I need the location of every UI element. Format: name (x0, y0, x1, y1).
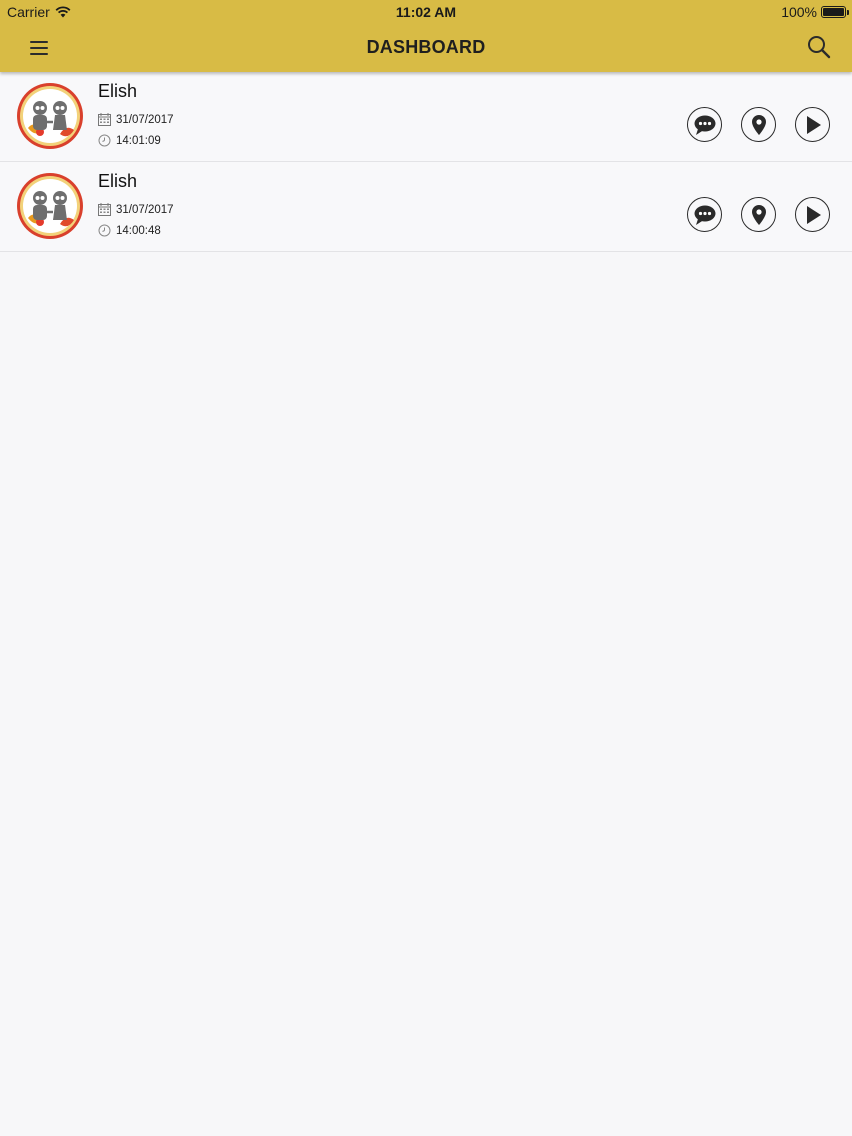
page-title: DASHBOARD (366, 37, 486, 57)
list-item[interactable]: Elish 31/07/2017 14:00:48 (0, 162, 852, 252)
calendar-icon (98, 113, 111, 126)
chat-bubble-icon (694, 205, 715, 225)
entry-date: 31/07/2017 (98, 113, 174, 126)
entry-actions (687, 197, 830, 232)
location-button[interactable] (741, 107, 776, 142)
entry-actions (687, 107, 830, 142)
location-button[interactable] (741, 197, 776, 232)
entry-time-text: 14:01:09 (116, 134, 161, 147)
message-button[interactable] (687, 107, 722, 142)
search-button[interactable] (806, 34, 832, 60)
play-icon (806, 205, 821, 224)
battery-icon (821, 6, 849, 18)
entry-name: Elish (98, 171, 138, 191)
clock-icon (98, 134, 111, 147)
entry-date: 31/07/2017 (98, 203, 174, 216)
map-pin-icon (751, 204, 766, 225)
entry-date-text: 31/07/2017 (116, 203, 174, 216)
avatar (17, 173, 83, 239)
entry-list: Elish 31/07/2017 14:01:09 Elish 31/07/20… (0, 72, 852, 252)
entry-name: Elish (98, 81, 138, 101)
play-icon (806, 115, 821, 134)
map-pin-icon (751, 114, 766, 135)
battery-indicator: 100% (781, 4, 849, 20)
list-item[interactable]: Elish 31/07/2017 14:01:09 (0, 72, 852, 162)
navbar: DASHBOARD (0, 24, 852, 72)
clock-icon (98, 224, 111, 237)
avatar (17, 83, 83, 149)
entry-time-text: 14:00:48 (116, 224, 161, 237)
entry-date-text: 31/07/2017 (116, 113, 174, 126)
calendar-icon (98, 203, 111, 216)
chat-bubble-icon (694, 115, 715, 135)
message-button[interactable] (687, 197, 722, 232)
play-button[interactable] (795, 107, 830, 142)
entry-time: 14:01:09 (98, 134, 161, 147)
play-button[interactable] (795, 197, 830, 232)
app-header: Carrier 11:02 AM 100% DASHBOARD (0, 0, 852, 72)
entry-time: 14:00:48 (98, 224, 161, 237)
status-time: 11:02 AM (395, 4, 457, 20)
search-icon (808, 36, 831, 59)
status-bar: Carrier 11:02 AM 100% (0, 0, 852, 24)
battery-percent: 100% (781, 4, 817, 20)
